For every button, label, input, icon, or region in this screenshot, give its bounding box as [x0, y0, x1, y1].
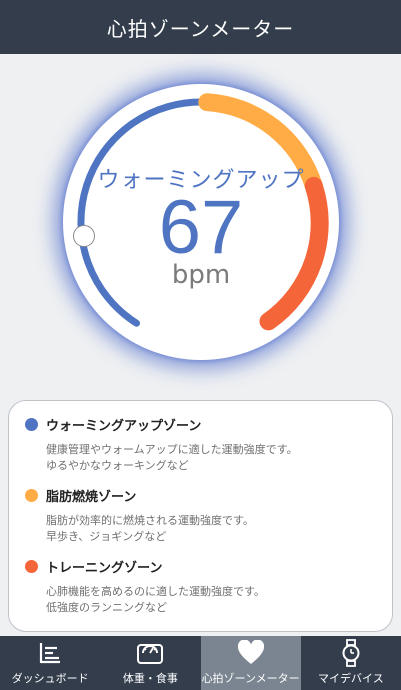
scale-icon — [136, 638, 164, 668]
zone-title: トレーニングゾーン — [46, 561, 163, 576]
fatburn-dot-icon — [25, 489, 38, 502]
tab-weight-meal[interactable]: 体重・食事 — [100, 636, 200, 690]
warmup-dot-icon — [25, 418, 38, 431]
watch-icon — [341, 638, 361, 668]
zone-example-line: ゆるやかなウォーキングなど — [46, 459, 189, 472]
bpm-value: 67 — [158, 185, 244, 270]
tab-label: 体重・食事 — [122, 672, 178, 685]
tab-dashboard[interactable]: ダッシュボード — [0, 636, 100, 690]
zone-title: ウォーミングアップゾーン — [46, 419, 202, 434]
zone-description-line: 脂肪が効率的に燃焼される運動強度です。 — [46, 514, 254, 527]
zone-description-line: 健康管理やウォームアップに適した運動強度です。 — [46, 443, 298, 456]
zone-title: 脂肪燃焼ゾーン — [46, 490, 137, 505]
zone-description: 心肺機能を高めるのに適した運動強度です。 低強度のランニングなど — [46, 584, 376, 616]
zone-item-warmup: ウォーミングアップゾーン 健康管理やウォームアップに適した運動強度です。 ゆるや… — [25, 415, 376, 474]
zone-description: 脂肪が効率的に燃焼される運動強度です。 早歩き、ジョギングなど — [46, 513, 376, 545]
heart-zone-gauge: ウォーミングアップ 67 bpm — [0, 54, 401, 394]
bottom-nav: ダッシュボード 体重・食事 心拍ゾーンメーター マイデバイス — [0, 636, 401, 690]
zone-item-training: トレーニングゾーン 心肺機能を高めるのに適した運動強度です。 低強度のランニング… — [25, 557, 376, 616]
heart-icon — [237, 638, 265, 668]
zone-legend-card: ウォーミングアップゾーン 健康管理やウォームアップに適した運動強度です。 ゆるや… — [8, 400, 393, 632]
zone-example-line: 低強度のランニングなど — [46, 601, 167, 614]
tab-label: マイデバイス — [318, 672, 384, 685]
dashboard-chart-icon — [38, 638, 62, 668]
tab-label: ダッシュボード — [11, 672, 89, 685]
tab-my-device[interactable]: マイデバイス — [301, 636, 401, 690]
app-header: 心拍ゾーンメーター — [0, 0, 401, 54]
tab-heart-zone-meter[interactable]: 心拍ゾーンメーター — [200, 636, 301, 690]
zone-description-line: 心肺機能を高めるのに適した運動強度です。 — [46, 585, 265, 598]
zone-item-fatburn: 脂肪燃焼ゾーン 脂肪が効率的に燃焼される運動強度です。 早歩き、ジョギングなど — [25, 486, 376, 545]
tab-label: 心拍ゾーンメーター — [201, 672, 300, 685]
zone-description: 健康管理やウォームアップに適した運動強度です。 ゆるやかなウォーキングなど — [46, 442, 376, 474]
bpm-unit: bpm — [171, 260, 231, 290]
page-title: 心拍ゾーンメーター — [106, 16, 295, 41]
training-dot-icon — [25, 560, 38, 573]
zone-example-line: 早歩き、ジョギングなど — [46, 530, 167, 543]
